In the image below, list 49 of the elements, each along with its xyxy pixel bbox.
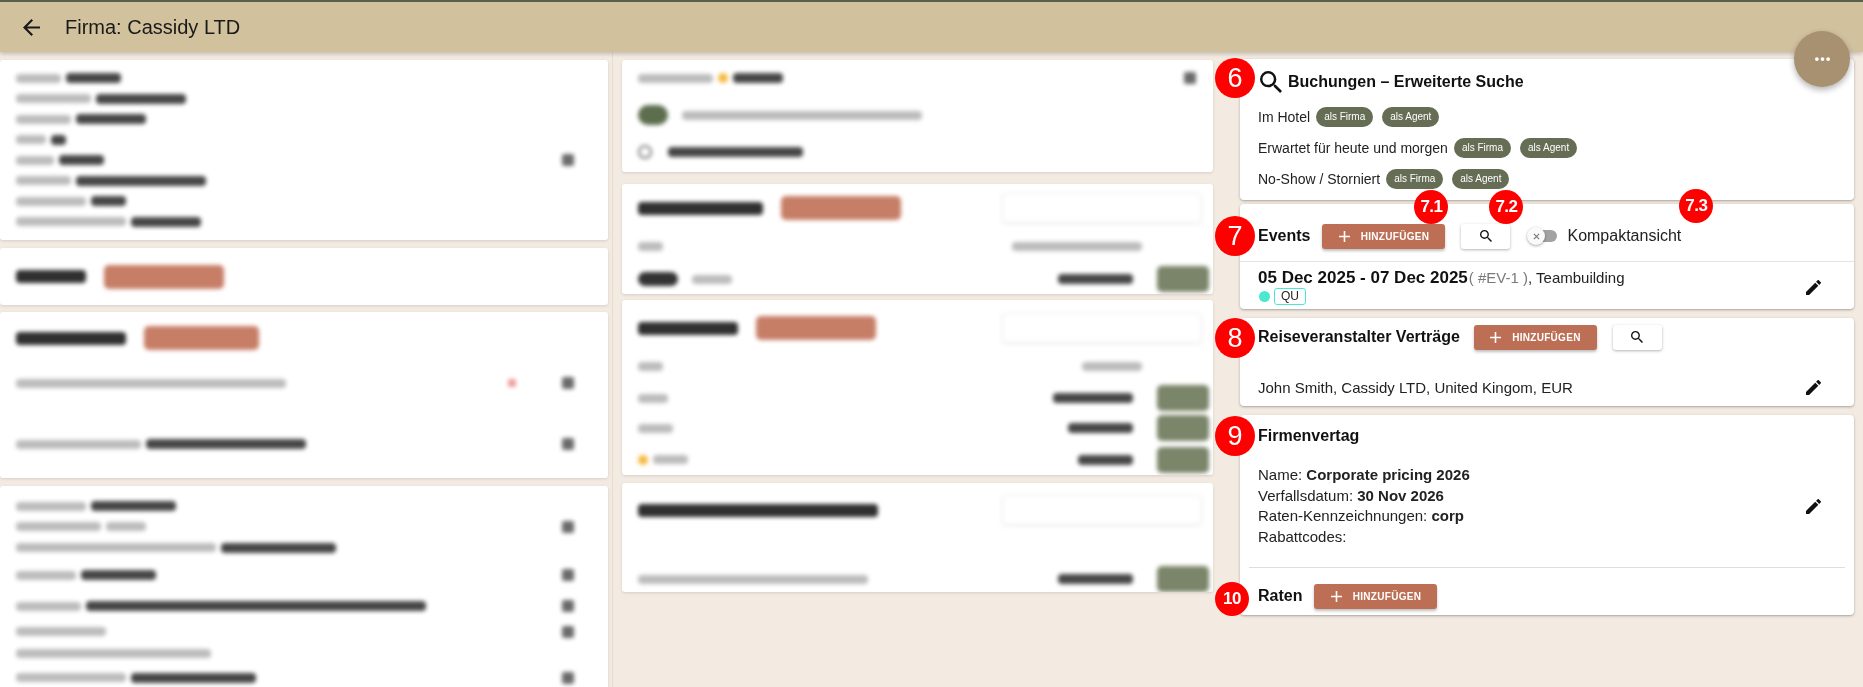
add-button[interactable]: HINZUFÜGEN: [1314, 583, 1438, 609]
booking-filter-chip[interactable]: als Firma: [1386, 168, 1444, 189]
step-callout: 7.3: [1679, 189, 1714, 223]
cross-icon: [1532, 232, 1540, 240]
card-title: Events: [1258, 227, 1311, 245]
pencil-icon[interactable]: [1806, 498, 1821, 514]
plus-icon: [1330, 590, 1342, 602]
booking-filter-label: Im Hotel: [1258, 108, 1311, 125]
search-button[interactable]: [1612, 324, 1662, 350]
booking-filter-chip[interactable]: als Firma: [1453, 137, 1511, 158]
step-callout: 8: [1215, 318, 1255, 358]
page-title: Firma: Cassidy LTD: [65, 15, 241, 39]
plus-icon: [1490, 331, 1502, 343]
plus-icon: [1338, 230, 1350, 242]
search-button[interactable]: [1461, 223, 1511, 249]
booking-filter-chip[interactable]: als Firma: [1316, 106, 1374, 127]
step-callout: 7: [1215, 216, 1255, 256]
pencil-icon[interactable]: [1806, 379, 1821, 395]
booking-filter-chip[interactable]: als Agent: [1520, 137, 1578, 158]
add-button[interactable]: HINZUFÜGEN: [1473, 324, 1597, 350]
event-tag: QU: [1274, 288, 1306, 305]
pencil-icon[interactable]: [1806, 279, 1821, 295]
event-dates: 05 Dec 2025 - 07 Dec 2025: [1258, 268, 1468, 288]
contract-field: Rabattcodes:: [1258, 526, 1470, 547]
booking-filter-chip[interactable]: als Agent: [1382, 106, 1440, 127]
card-title: Reiseveranstalter Verträge: [1258, 328, 1460, 346]
booking-filter-chip[interactable]: als Agent: [1452, 168, 1510, 189]
booking-filter-label: Erwartet für heute und morgen: [1258, 139, 1448, 156]
step-callout: 6: [1215, 58, 1255, 98]
card-title: Firmenvertag: [1258, 427, 1360, 445]
step-callout: 10: [1215, 582, 1249, 616]
search-icon: [1631, 331, 1644, 343]
event-code: ( #EV-1 ): [1468, 269, 1528, 286]
more-icon: [1814, 57, 1830, 61]
search-icon: [1260, 71, 1282, 93]
booking-filter-label: No-Show / Storniert: [1258, 170, 1381, 187]
card-title: Buchungen – Erweiterte Suche: [1288, 73, 1524, 91]
contract-field: Name: Corporate pricing 2026: [1258, 465, 1470, 486]
compact-view-label: Kompaktansicht: [1567, 226, 1682, 246]
compact-view-switch[interactable]: [1527, 227, 1558, 245]
contract-entry: John Smith, Cassidy LTD, United Kingom, EUR: [1258, 378, 1573, 396]
contract-field: Verfallsdatum: 30 Nov 2026: [1258, 485, 1470, 506]
section-title: Raten: [1258, 587, 1303, 605]
event-name: , Teambuilding: [1528, 269, 1625, 286]
back-arrow-icon[interactable]: [23, 18, 40, 36]
step-callout: 9: [1215, 416, 1255, 456]
contract-field: Raten-Kennzeichnungen: corp: [1258, 506, 1470, 527]
search-icon: [1479, 230, 1492, 242]
add-button[interactable]: HINZUFÜGEN: [1322, 223, 1446, 249]
